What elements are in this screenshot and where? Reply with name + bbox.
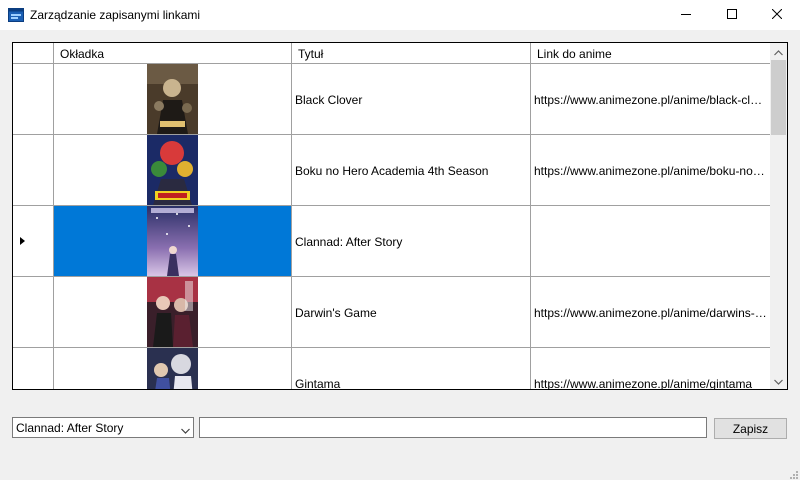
minimize-button[interactable] (663, 0, 709, 30)
row-header[interactable] (13, 135, 54, 205)
cover-cell[interactable] (54, 206, 292, 276)
chevron-down-icon (181, 423, 190, 437)
table-row-selected[interactable]: Clannad: After Story (13, 206, 771, 277)
cover-cell[interactable] (54, 277, 292, 347)
link-cell[interactable]: https://www.animezone.pl/anime/boku-no-h… (531, 135, 771, 205)
grid-rows: Black Clover https://www.animezone.pl/an… (13, 64, 771, 390)
row-header-corner[interactable] (13, 43, 54, 64)
link-cell[interactable]: https://www.animezone.pl/anime/black-clo… (531, 64, 771, 134)
cover-image (147, 206, 198, 276)
cover-cell[interactable] (54, 64, 292, 134)
title-text: Black Clover (295, 93, 363, 107)
cover-image (147, 277, 198, 347)
title-text: Clannad: After Story (295, 235, 403, 249)
vertical-scrollbar[interactable] (770, 43, 787, 389)
table-row[interactable]: Gintama https://www.animezone.pl/anime/g… (13, 348, 771, 390)
scroll-thumb[interactable] (771, 60, 786, 135)
link-cell[interactable]: https://www.animezone.pl/anime/gintama (531, 348, 771, 390)
resize-grip-icon[interactable] (788, 468, 798, 479)
column-header-link[interactable]: Link do anime (531, 43, 771, 64)
link-text: https://www.animezone.pl/anime/gintama (534, 377, 753, 390)
row-header[interactable] (13, 348, 54, 389)
maximize-button[interactable] (709, 0, 755, 30)
title-cell[interactable]: Boku no Hero Academia 4th Season (292, 135, 531, 205)
dropdown-value: Clannad: After Story (16, 421, 124, 435)
window-title: Zarządzanie zapisanymi linkami (30, 8, 201, 22)
current-row-icon (20, 237, 25, 245)
link-cell[interactable]: https://www.animezone.pl/anime/darwins-g… (531, 277, 771, 347)
cover-cell[interactable] (54, 348, 292, 389)
chevron-down-icon (774, 374, 783, 388)
maximize-icon (727, 8, 737, 22)
row-header[interactable] (13, 206, 54, 276)
chevron-up-icon (774, 45, 783, 59)
column-header-title[interactable]: Tytuł (292, 43, 531, 64)
link-text: https://www.animezone.pl/anime/black-clo… (534, 93, 768, 107)
link-text: https://www.animezone.pl/anime/darwins-g… (534, 306, 768, 320)
row-header[interactable] (13, 64, 54, 134)
anime-dropdown[interactable]: Clannad: After Story (12, 417, 194, 438)
title-cell[interactable]: Clannad: After Story (292, 206, 531, 276)
link-text: https://www.animezone.pl/anime/boku-no-h… (534, 164, 768, 178)
scroll-up-button[interactable] (770, 43, 787, 60)
table-row[interactable]: Black Clover https://www.animezone.pl/an… (13, 64, 771, 135)
scroll-down-button[interactable] (770, 372, 787, 389)
minimize-icon (681, 8, 691, 22)
cover-cell[interactable] (54, 135, 292, 205)
table-row[interactable]: Boku no Hero Academia 4th Season https:/… (13, 135, 771, 206)
close-icon (771, 8, 783, 22)
title-cell[interactable]: Black Clover (292, 64, 531, 134)
save-button[interactable]: Zapisz (714, 418, 787, 439)
cover-image (147, 64, 198, 134)
link-input[interactable] (199, 417, 707, 438)
link-cell[interactable] (531, 206, 771, 276)
title-cell[interactable]: Darwin's Game (292, 277, 531, 347)
cover-image (147, 348, 198, 389)
links-grid[interactable]: Okładka Tytuł Link do anime Black Clover… (12, 42, 788, 390)
row-header[interactable] (13, 277, 54, 347)
app-window-icon (8, 8, 24, 22)
title-text: Gintama (295, 377, 341, 390)
title-text: Darwin's Game (295, 306, 377, 320)
cover-image (147, 135, 198, 205)
title-bar: Zarządzanie zapisanymi linkami (0, 0, 800, 30)
grid-header: Okładka Tytuł Link do anime (13, 43, 771, 64)
title-cell[interactable]: Gintama (292, 348, 531, 390)
column-header-cover[interactable]: Okładka (54, 43, 292, 64)
title-text: Boku no Hero Academia 4th Season (295, 164, 489, 178)
close-button[interactable] (754, 0, 800, 30)
table-row[interactable]: Darwin's Game https://www.animezone.pl/a… (13, 277, 771, 348)
